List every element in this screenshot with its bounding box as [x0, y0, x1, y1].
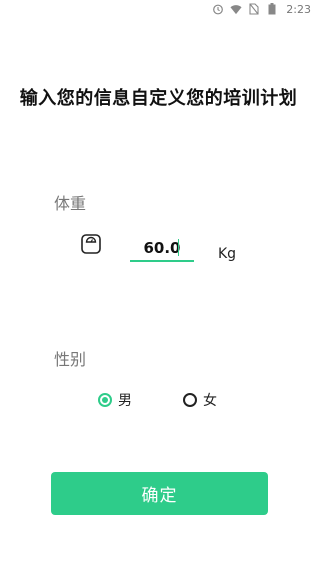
- text-cursor: [178, 239, 179, 256]
- no-sim-icon: [248, 3, 260, 15]
- scale-icon: [80, 233, 102, 255]
- status-time: 2:23: [286, 2, 311, 16]
- radio-checked-icon[interactable]: [98, 393, 112, 407]
- alarm-icon: [212, 3, 224, 15]
- gender-radio-group: 男 女: [0, 390, 317, 412]
- status-bar: 2:23: [0, 0, 317, 18]
- weight-unit: Kg: [218, 246, 237, 262]
- weight-input[interactable]: [130, 236, 194, 260]
- gender-option-label: 女: [203, 393, 217, 409]
- gender-option-female[interactable]: 女: [183, 390, 217, 410]
- weight-field[interactable]: [130, 236, 194, 262]
- radio-unchecked-icon[interactable]: [183, 393, 197, 407]
- gender-option-label: 男: [118, 393, 132, 409]
- battery-icon: [266, 3, 278, 15]
- wifi-icon: [230, 3, 242, 15]
- gender-label: 性别: [54, 350, 87, 369]
- weight-label: 体重: [54, 194, 87, 213]
- page-title: 输入您的信息自定义您的培训计划: [19, 88, 298, 109]
- confirm-button[interactable]: 确定: [51, 472, 268, 515]
- gender-option-male[interactable]: 男: [98, 390, 132, 410]
